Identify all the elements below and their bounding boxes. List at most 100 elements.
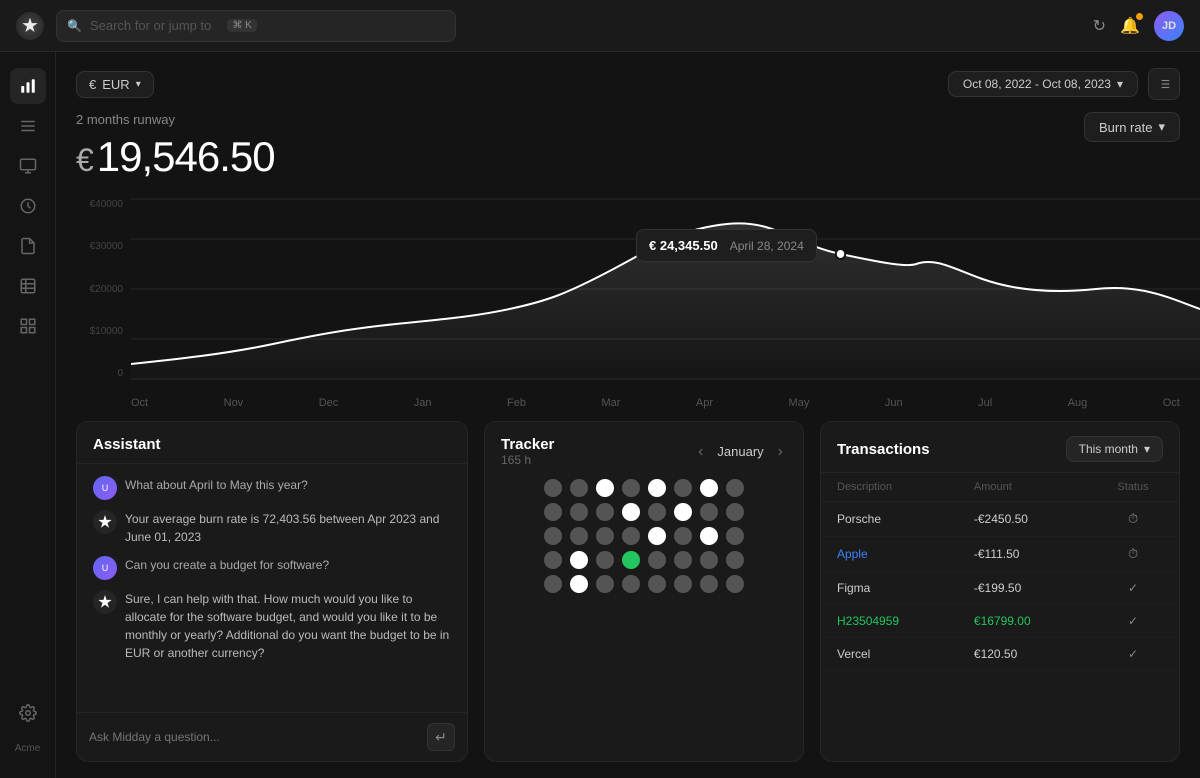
sidebar-item-doc[interactable]: [10, 228, 46, 264]
tx-status-h23: ✓: [1087, 605, 1179, 638]
tracker-dot: [622, 527, 640, 545]
tx-desc-vercel: Vercel: [821, 638, 958, 671]
tracker-dot: [570, 479, 588, 497]
table-row: Vercel €120.50 ✓: [821, 638, 1179, 671]
message-text-2: Your average burn rate is 72,403.56 betw…: [125, 510, 451, 546]
topbar-right: ↻ 🔔 JD: [1093, 11, 1184, 41]
sidebar-bottom: Acme: [10, 695, 46, 762]
bot-avatar-2: [93, 590, 117, 614]
table-row: Porsche -€2450.50 ⏱: [821, 502, 1179, 537]
search-bar[interactable]: 🔍 Search for or jump to ⌘ K: [56, 10, 456, 42]
tx-status-porsche: ⏱: [1087, 502, 1179, 537]
assistant-panel: Assistant U What about April to May this…: [76, 421, 468, 762]
tracker-dot: [648, 479, 666, 497]
logo[interactable]: [16, 12, 44, 40]
message-text-1: What about April to May this year?: [125, 476, 308, 494]
tracker-next-button[interactable]: ›: [774, 441, 787, 463]
filter-button[interactable]: [1148, 68, 1180, 100]
chart-header: 2 months runway €19,546.50 Burn rate ▾: [76, 112, 1180, 181]
assistant-header: Assistant: [77, 422, 467, 464]
sidebar-item-grid[interactable]: [10, 308, 46, 344]
sidebar-item-clock[interactable]: [10, 188, 46, 224]
sidebar-item-settings[interactable]: [10, 695, 46, 731]
tracker-dot: [648, 527, 666, 545]
burn-rate-button[interactable]: Burn rate ▾: [1084, 112, 1180, 142]
tracker-dot: [570, 575, 588, 593]
tracker-prev-button[interactable]: ‹: [694, 441, 707, 463]
tx-desc-h23[interactable]: H23504959: [821, 605, 958, 638]
tx-desc-apple[interactable]: Apple: [821, 537, 958, 572]
table-row: Figma -€199.50 ✓: [821, 572, 1179, 605]
sidebar-item-chart[interactable]: [10, 68, 46, 104]
tracker-dot: [674, 479, 692, 497]
sidebar-item-list[interactable]: [10, 108, 46, 144]
tracker-header: Tracker 165 h ‹ January ›: [485, 422, 803, 475]
tracker-panel: Tracker 165 h ‹ January ›: [484, 421, 804, 762]
y-axis-labels: €40000 €30000 €20000 $10000 0: [76, 189, 131, 389]
tracker-dot: [700, 575, 718, 593]
tracker-dot: [726, 479, 744, 497]
tracker-dot: [674, 551, 692, 569]
date-range-label: Oct 08, 2022 - Oct 08, 2023: [963, 77, 1111, 91]
date-range-button[interactable]: Oct 08, 2022 - Oct 08, 2023 ▾: [948, 71, 1138, 97]
sidebar-item-monitor[interactable]: [10, 148, 46, 184]
tracker-grid: [485, 475, 803, 605]
tracker-row-2: [497, 503, 791, 521]
tracker-dot: [622, 479, 640, 497]
tracker-dot-accent: [622, 551, 640, 569]
message-3: U Can you create a budget for software?: [93, 556, 451, 580]
tracker-dot: [544, 575, 562, 593]
big-amount: €19,546.50: [76, 133, 275, 181]
chevron-down-icon: ▾: [1158, 119, 1165, 135]
tracker-dot: [674, 575, 692, 593]
euro-sign: €: [89, 77, 96, 92]
main-content: € EUR ▾ Oct 08, 2022 - Oct 08, 2023 ▾: [56, 52, 1200, 778]
this-month-button[interactable]: This month ▾: [1066, 436, 1163, 462]
euro-symbol: €: [76, 142, 93, 178]
tracker-dot: [726, 575, 744, 593]
main-layout: Acme € EUR ▾ Oct 08, 2022 - Oct 08, 2023…: [0, 52, 1200, 778]
tracker-dot: [544, 551, 562, 569]
message-2: Your average burn rate is 72,403.56 betw…: [93, 510, 451, 546]
tracker-dot: [700, 551, 718, 569]
tracker-title: Tracker: [501, 436, 554, 453]
tracker-dot: [726, 551, 744, 569]
tracker-month: January: [717, 444, 763, 459]
col-description: Description: [821, 473, 958, 502]
tx-amount-apple: -€111.50: [958, 537, 1087, 572]
x-label-oct: Oct: [131, 397, 148, 409]
date-range: Oct 08, 2022 - Oct 08, 2023 ▾: [948, 68, 1180, 100]
tracker-title-block: Tracker 165 h: [501, 436, 554, 467]
bell-icon[interactable]: 🔔: [1120, 16, 1140, 36]
sidebar-item-table[interactable]: [10, 268, 46, 304]
tracker-dot: [726, 527, 744, 545]
burn-rate-label: Burn rate: [1099, 120, 1152, 135]
tracker-dot: [648, 551, 666, 569]
tracker-nav: ‹ January ›: [694, 441, 787, 463]
refresh-icon[interactable]: ↻: [1093, 16, 1106, 36]
currency-selector[interactable]: € EUR ▾: [76, 71, 154, 98]
tracker-dot: [544, 503, 562, 521]
x-label-jun: Jun: [885, 397, 903, 409]
this-month-label: This month: [1079, 442, 1138, 456]
chart-container: €40000 €30000 €20000 $10000 0: [76, 189, 1200, 389]
tracker-dot: [596, 575, 614, 593]
chevron-down-icon: ▾: [1117, 77, 1123, 91]
tracker-dot: [648, 503, 666, 521]
assistant-title: Assistant: [93, 436, 161, 453]
tracker-dot: [596, 479, 614, 497]
chat-input[interactable]: [89, 730, 419, 744]
check-icon: ✓: [1128, 647, 1138, 661]
user-avatar-1: U: [93, 476, 117, 500]
avatar[interactable]: JD: [1154, 11, 1184, 41]
bottom-panels: Assistant U What about April to May this…: [56, 421, 1200, 778]
table-row: Apple -€111.50 ⏱: [821, 537, 1179, 572]
send-button[interactable]: ↵: [427, 723, 455, 751]
tracker-dot: [726, 503, 744, 521]
chart-section: € EUR ▾ Oct 08, 2022 - Oct 08, 2023 ▾: [56, 52, 1200, 189]
search-kbd: ⌘ K: [227, 19, 256, 32]
check-icon: ✓: [1128, 581, 1138, 595]
tracker-dot: [674, 503, 692, 521]
runway-label: 2 months runway: [76, 112, 275, 127]
tracker-dot: [570, 503, 588, 521]
